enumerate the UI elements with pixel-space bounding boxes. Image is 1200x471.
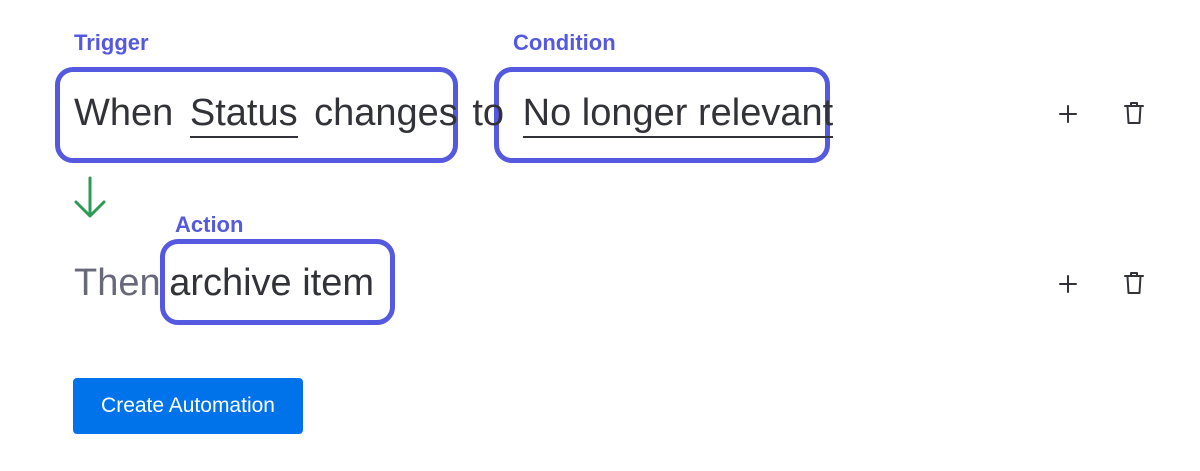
add-condition-button[interactable] <box>1050 96 1086 132</box>
create-automation-button[interactable]: Create Automation <box>73 378 303 434</box>
arrow-down-icon <box>74 176 106 218</box>
trash-icon <box>1124 272 1144 294</box>
then-text: Then <box>74 262 161 304</box>
status-value-picker[interactable]: No longer relevant <box>522 92 834 138</box>
trigger-label: Trigger <box>74 30 149 55</box>
action-sentence: Then archive item <box>74 264 374 302</box>
status-column-picker[interactable]: Status <box>189 92 298 138</box>
add-action-button[interactable] <box>1050 266 1086 302</box>
changes-text: changes <box>314 92 458 134</box>
condition-label: Condition <box>513 30 616 55</box>
trigger-sentence: When Status changes to No longer relevan… <box>74 92 834 138</box>
delete-trigger-button[interactable] <box>1116 95 1152 131</box>
action-label: Action <box>175 212 244 237</box>
plus-icon <box>1059 275 1077 293</box>
to-text: to <box>472 92 505 134</box>
trash-icon <box>1124 102 1144 124</box>
when-text: When <box>74 92 174 134</box>
delete-action-button[interactable] <box>1116 265 1152 301</box>
plus-icon <box>1059 105 1077 123</box>
action-picker[interactable]: archive item <box>169 262 374 304</box>
